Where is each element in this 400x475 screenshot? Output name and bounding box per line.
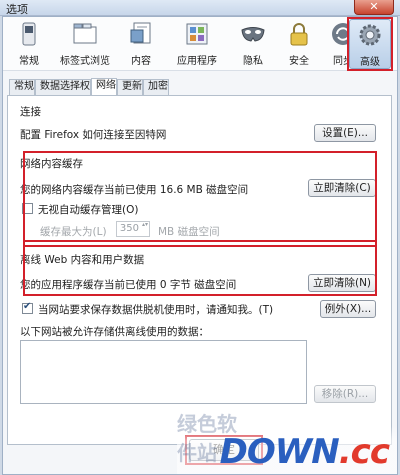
connection-settings-button[interactable]: 设置(E)... [314,124,376,142]
toolbar-item-tabs[interactable]: 标签式浏览 [60,19,110,69]
toolbar-label: 内容 [131,56,151,67]
notify-offline-checkbox[interactable] [22,301,33,314]
allowed-sites-label: 以下网站被允许存储供离线使用的数据： [20,326,209,338]
toolbar-label: 常规 [19,56,39,67]
tab-data-choices[interactable]: 数据选择权 [35,79,91,95]
switch-icon [22,22,36,46]
tabs-icon [73,23,97,44]
allowed-sites-list[interactable] [20,340,307,404]
close-button[interactable]: ✕ [354,0,394,15]
watermark-logo-suffix: .cc [338,432,390,472]
tab-general[interactable]: 常规 [9,79,35,95]
tab-update[interactable]: 更新 [117,79,143,95]
highlight-box-advanced [347,17,393,71]
toolbar-label: 标签式浏览 [60,56,110,67]
toolbar-label: 应用程序 [177,56,217,67]
watermark-logo: DOWN.cc [219,432,390,472]
highlight-box-cache [23,151,377,247]
tab-network[interactable]: 网络 [91,78,117,95]
window-title: 选项 [6,3,28,16]
connection-description: 配置 Firefox 如何连接至因特网 [20,129,167,141]
remove-site-button[interactable]: 移除(R)... [314,385,376,403]
applications-icon [186,23,208,45]
toolbar-item-privacy[interactable]: 隐私 [231,19,275,69]
toolbar-item-general[interactable]: 常规 [7,19,51,69]
title-bar: 选项 ✕ [0,0,400,16]
privacy-mask-icon [241,27,265,42]
toolbar-item-applications[interactable]: 应用程序 [175,19,219,69]
notify-offline-label: 当网站要求保存数据供脱机使用时，请通知我。(T) [38,304,274,316]
exceptions-button[interactable]: 例外(X)... [320,300,376,318]
connection-heading: 连接 [20,106,41,118]
options-window: 常规 标签式浏览 内容 应用程序 隐私 安全 同步 高级 常规 数据选择权 网络… [2,16,398,475]
options-toolbar: 常规 标签式浏览 内容 应用程序 隐私 安全 同步 高级 [3,17,397,71]
toolbar-item-content[interactable]: 内容 [119,19,163,69]
content-icon [130,22,151,44]
lock-icon [290,23,308,46]
watermark: 绿色软件站 DOWN.cc [177,412,397,474]
tab-encryption[interactable]: 加密 [143,79,169,95]
highlight-box-offline [23,240,377,296]
watermark-logo-main: DOWN [219,432,340,472]
